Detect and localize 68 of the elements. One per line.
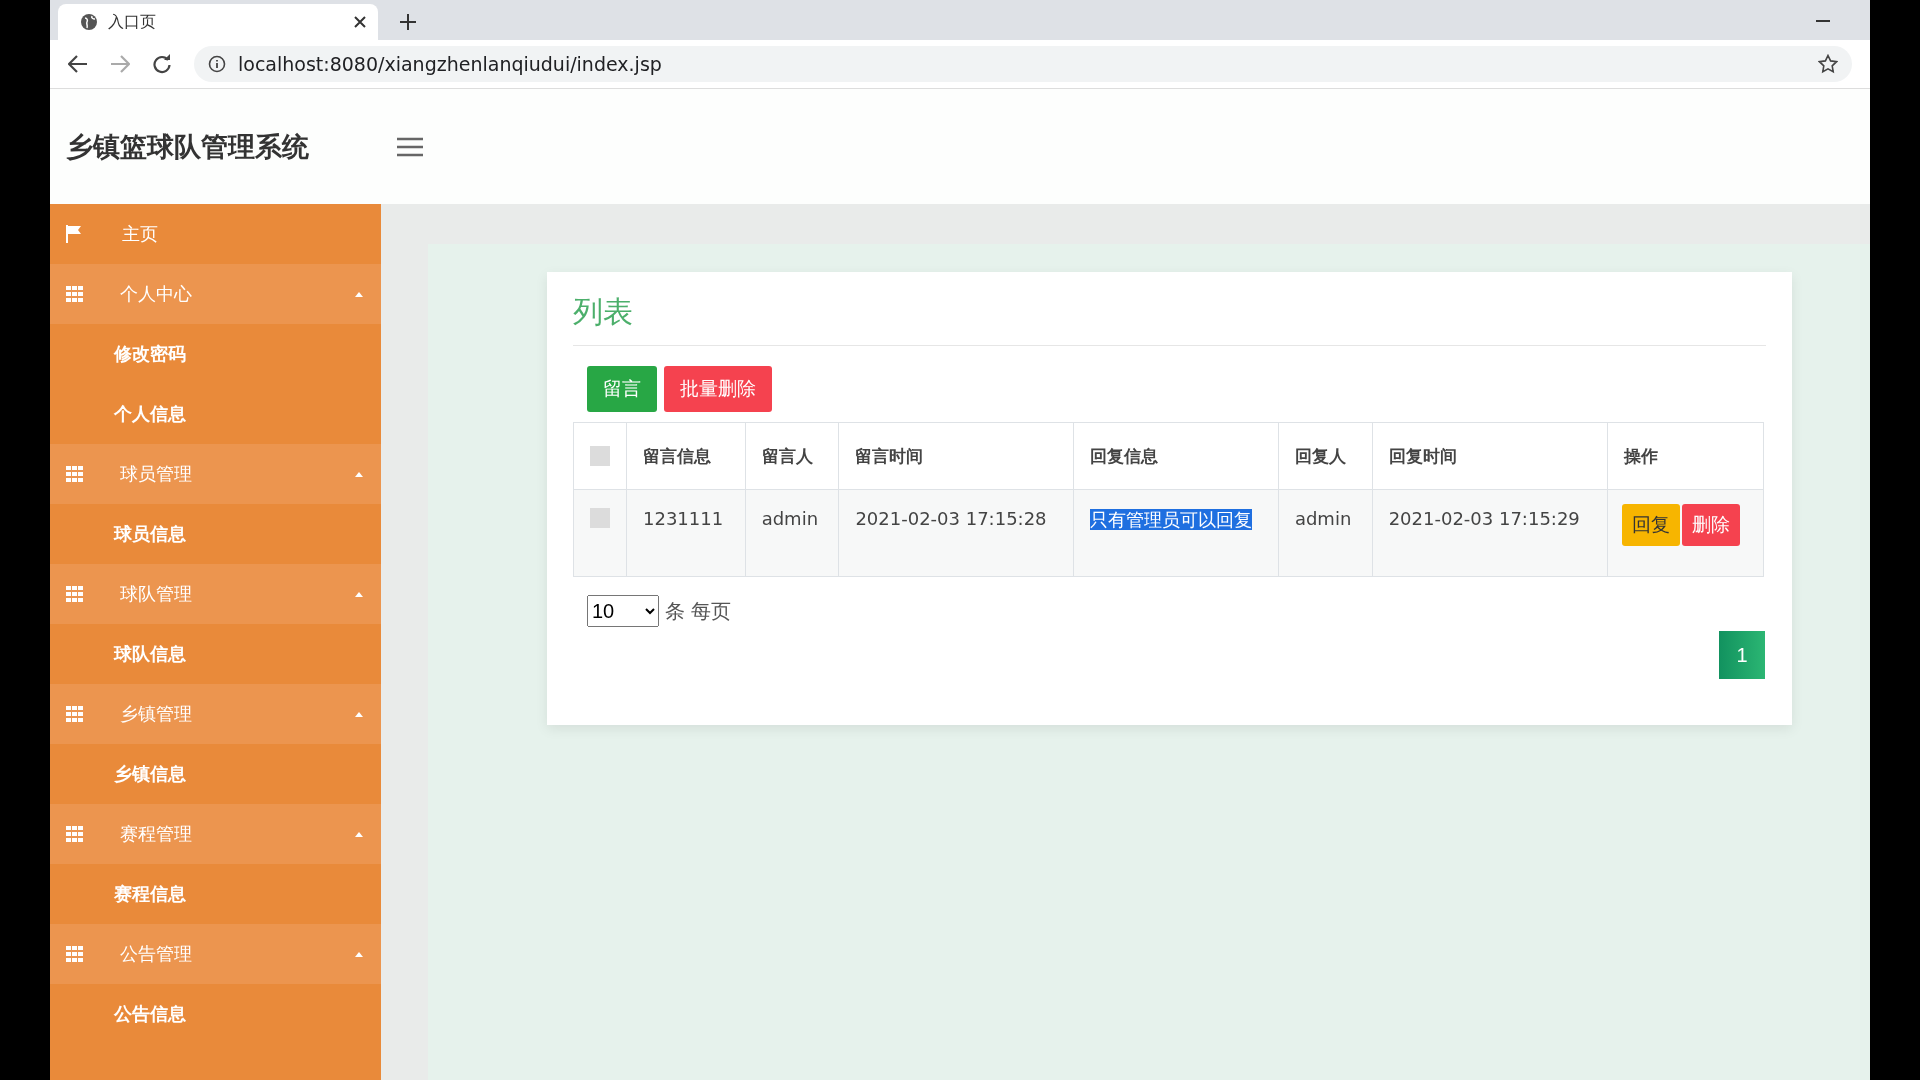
close-icon[interactable] — [354, 16, 366, 28]
sidebar-group[interactable]: 赛程管理 — [50, 804, 381, 864]
menu-icon — [397, 136, 423, 157]
sidebar-group[interactable]: 球员管理 — [50, 444, 381, 504]
table-cell: admin — [1278, 489, 1373, 577]
star-icon[interactable] — [1818, 54, 1838, 74]
back-arrow-icon — [68, 55, 88, 73]
sidebar-group[interactable]: 球队管理 — [50, 564, 381, 624]
sidebar-label: 球队管理 — [120, 582, 193, 606]
grid-icon — [66, 826, 84, 842]
tab-title: 入口页 — [108, 11, 157, 33]
sidebar-subitem[interactable]: 乡镇信息 — [50, 744, 381, 804]
per-page-label: 条 每页 — [665, 597, 732, 625]
address-bar[interactable]: localhost:8080/xiangzhenlanqiudui/index.jsp — [194, 46, 1852, 82]
select-all-checkbox[interactable] — [590, 446, 610, 466]
sidebar-label: 公告管理 — [120, 942, 193, 966]
selected-text: 只有管理员可以回复 — [1090, 509, 1253, 530]
app-title: 乡镇篮球队管理系统 — [66, 129, 309, 164]
sidebar-group[interactable]: 乡镇管理 — [50, 684, 381, 744]
grid-icon — [66, 466, 84, 482]
sidebar-subitem[interactable]: 个人信息 — [50, 384, 381, 444]
globe-icon — [80, 13, 98, 31]
grid-icon — [66, 286, 84, 302]
browser-tab[interactable]: 入口页 — [58, 4, 378, 40]
grid-icon — [66, 706, 84, 722]
sidebar-group[interactable]: 公告管理 — [50, 924, 381, 984]
column-header: 留言人 — [745, 422, 839, 490]
sidebar-subitem[interactable]: 修改密码 — [50, 324, 381, 384]
sidebar-subitem[interactable]: 球员信息 — [50, 504, 381, 564]
info-icon — [208, 55, 226, 73]
sidebar-group[interactable]: 个人中心 — [50, 264, 381, 324]
sidebar-label: 球员管理 — [120, 462, 193, 486]
column-header: 操作 — [1607, 422, 1764, 490]
table-cell: 2021-02-03 17:15:29 — [1372, 489, 1608, 577]
sidebar-label: 乡镇管理 — [120, 702, 193, 726]
sidebar-subitem[interactable]: 公告信息 — [50, 984, 381, 1044]
sidebar-item[interactable]: 主页 — [50, 204, 381, 264]
column-header: 留言时间 — [838, 422, 1074, 490]
sidebar-subitem[interactable]: 球队信息 — [50, 624, 381, 684]
url-text: localhost:8080/xiangzhenlanqiudui/index.jsp — [238, 53, 663, 75]
plus-icon — [400, 14, 416, 30]
forward-arrow-icon — [110, 55, 130, 73]
sidebar-label: 个人中心 — [120, 282, 193, 306]
card-title: 列表 — [573, 292, 1766, 346]
reply-button[interactable]: 回复 — [1621, 504, 1680, 546]
reload-button[interactable] — [152, 54, 172, 74]
menu-button[interactable] — [397, 136, 423, 157]
row-checkbox[interactable] — [590, 508, 610, 528]
column-header: 回复信息 — [1073, 422, 1279, 490]
add-message-button[interactable]: 留言 — [587, 366, 657, 412]
column-header: 留言信息 — [626, 422, 746, 490]
table-cell: admin — [745, 489, 839, 577]
column-header: 回复时间 — [1372, 422, 1608, 490]
batch-delete-button[interactable]: 批量删除 — [664, 366, 772, 412]
page-button[interactable]: 1 — [1719, 631, 1765, 679]
sidebar-label: 赛程管理 — [120, 822, 193, 846]
reload-icon — [152, 54, 172, 74]
delete-button[interactable]: 删除 — [1681, 504, 1740, 546]
table-cell: 2021-02-03 17:15:28 — [838, 489, 1074, 577]
page-size-select[interactable]: 10 — [587, 595, 659, 627]
table-cell: 1231111 — [626, 489, 746, 577]
grid-icon — [66, 586, 84, 602]
back-button[interactable] — [68, 55, 88, 73]
flag-icon — [66, 225, 82, 243]
sidebar-label: 主页 — [122, 222, 158, 246]
grid-icon — [66, 946, 84, 962]
column-header: 回复人 — [1278, 422, 1373, 490]
sidebar-subitem[interactable]: 赛程信息 — [50, 864, 381, 924]
